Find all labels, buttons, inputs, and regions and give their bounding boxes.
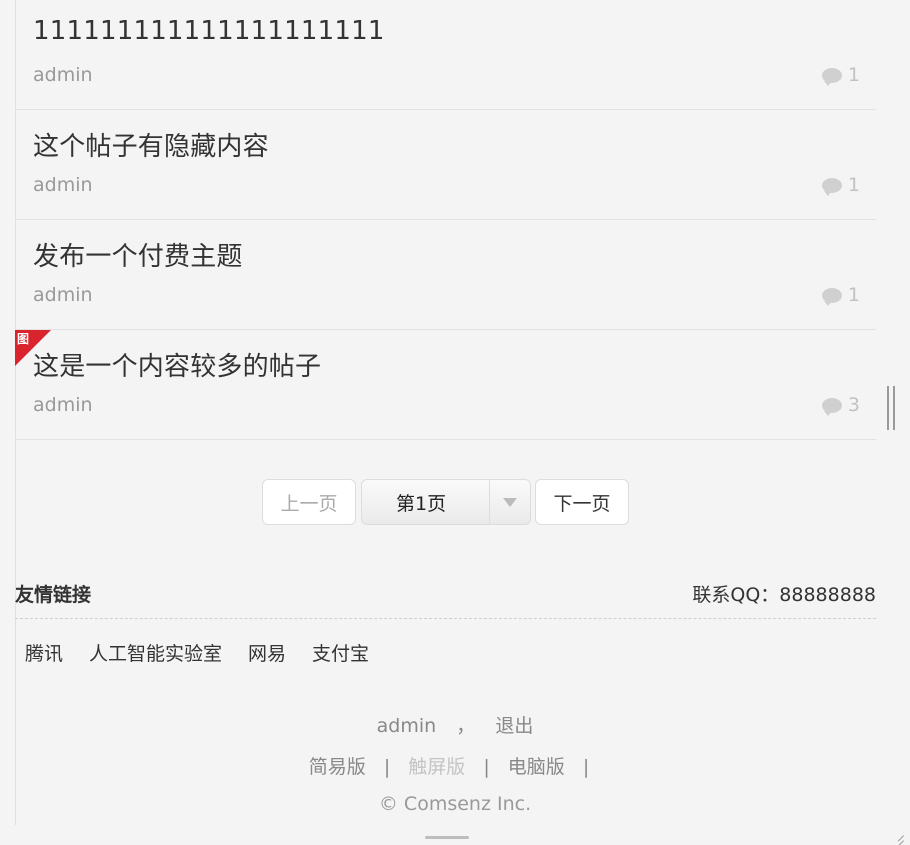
footer-separator: | xyxy=(582,756,590,778)
logout-link[interactable]: 退出 xyxy=(495,715,533,737)
bottom-drag-handle[interactable] xyxy=(425,836,469,839)
footer-version-line: 简易版 | 触屏版 | 电脑版 | xyxy=(0,752,910,779)
thread-list: 111111111111111111111 admin 1 这个帖子有隐藏内容 … xyxy=(15,0,876,440)
thread-item[interactable]: 这个帖子有隐藏内容 admin 1 xyxy=(15,110,876,220)
thread-title[interactable]: 111111111111111111111 xyxy=(33,16,385,46)
thread-author: admin xyxy=(33,284,93,306)
reply-count-value: 3 xyxy=(847,394,860,416)
footer-user-line: admin ， 退出 xyxy=(0,711,910,738)
thread-title[interactable]: 发布一个付费主题 xyxy=(33,236,243,273)
reply-count-value: 1 xyxy=(847,64,860,86)
footer-separator: | xyxy=(383,756,391,778)
friend-links-title: 友情链接 xyxy=(15,584,92,606)
page-select-value: 第1页 xyxy=(396,492,447,515)
comment-bubble-icon xyxy=(821,177,842,196)
thread-author: admin xyxy=(33,394,93,416)
friend-link[interactable]: 腾讯 xyxy=(25,639,63,666)
thread-title[interactable]: 这个帖子有隐藏内容 xyxy=(33,126,269,163)
page: 111111111111111111111 admin 1 这个帖子有隐藏内容 … xyxy=(0,0,910,845)
thread-item[interactable]: 111111111111111111111 admin 1 xyxy=(15,0,876,110)
thread-item[interactable]: 图 这是一个内容较多的帖子 admin 3 xyxy=(15,330,876,440)
page-select[interactable]: 第1页 xyxy=(361,479,531,525)
friend-links-list: 腾讯 人工智能实验室 网易 支付宝 xyxy=(25,639,369,666)
reply-count: 1 xyxy=(821,174,860,196)
pc-version-link[interactable]: 电脑版 xyxy=(508,756,565,778)
friend-link[interactable]: 支付宝 xyxy=(312,639,369,666)
reply-count: 3 xyxy=(821,394,860,416)
pagination: 上一页 第1页 下一页 xyxy=(0,479,910,527)
footer-separator: | xyxy=(483,756,490,778)
thread-item[interactable]: 发布一个付费主题 admin 1 xyxy=(15,220,876,330)
footer-username[interactable]: admin xyxy=(377,715,437,737)
dropdown-toggle[interactable] xyxy=(489,480,530,524)
chevron-down-icon xyxy=(503,497,517,507)
thread-author: admin xyxy=(33,174,93,196)
friend-link[interactable]: 网易 xyxy=(248,639,286,666)
footer-comma: ， xyxy=(456,715,476,737)
reply-count: 1 xyxy=(821,284,860,306)
simple-version-link[interactable]: 简易版 xyxy=(309,756,366,778)
touch-version-link[interactable]: 触屏版 xyxy=(408,756,465,778)
comment-bubble-icon xyxy=(821,287,842,306)
image-badge-label: 图 xyxy=(17,332,30,346)
reply-count: 1 xyxy=(821,64,860,86)
reply-count-value: 1 xyxy=(847,284,860,306)
scroll-handle[interactable] xyxy=(887,386,895,430)
contact-qq: 联系QQ：88888888 xyxy=(692,584,876,606)
friend-links-header: 友情链接 联系QQ：88888888 xyxy=(15,578,876,618)
divider xyxy=(15,618,876,619)
prev-page-button[interactable]: 上一页 xyxy=(262,479,356,525)
thread-author: admin xyxy=(33,64,93,86)
comment-bubble-icon xyxy=(821,67,842,86)
reply-count-value: 1 xyxy=(847,174,860,196)
comment-bubble-icon xyxy=(821,397,842,416)
copyright: © Comsenz Inc. xyxy=(378,793,532,815)
next-page-button[interactable]: 下一页 xyxy=(535,479,629,525)
resize-grip-icon[interactable] xyxy=(890,827,906,845)
thread-title[interactable]: 这是一个内容较多的帖子 xyxy=(33,346,321,383)
friend-link[interactable]: 人工智能实验室 xyxy=(89,639,222,666)
